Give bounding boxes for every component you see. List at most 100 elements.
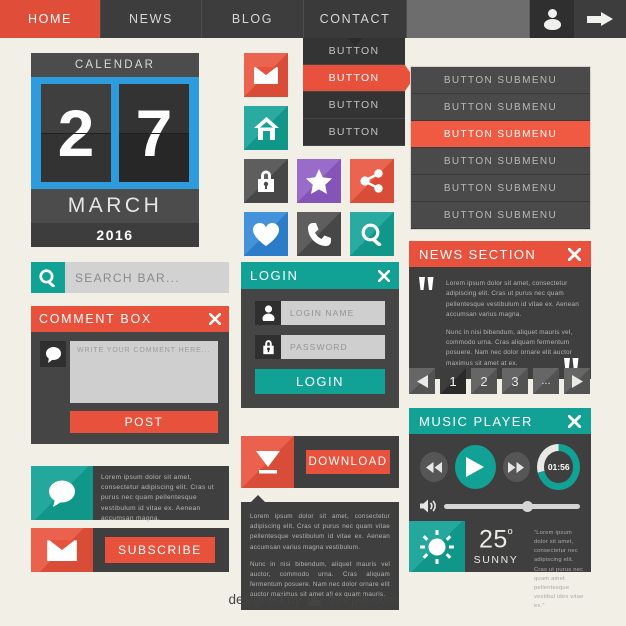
submenu-item-label: BUTTON SUBMENU (443, 128, 558, 140)
mail-icon (47, 539, 77, 561)
nav-item-news[interactable]: NEWS (101, 0, 202, 38)
close-icon[interactable] (568, 247, 581, 261)
crown-icon (307, 595, 323, 606)
fast-forward-icon (508, 461, 525, 473)
calendar-day-flip: 2 7 (31, 77, 199, 189)
track-time-label: 01:56 (547, 462, 570, 472)
close-icon[interactable] (209, 313, 221, 325)
pagination-page-3[interactable]: 3 (502, 368, 528, 394)
submenu-item[interactable]: BUTTON SUBMENU (411, 67, 590, 94)
tile-row (244, 159, 394, 203)
post-comment-button[interactable]: POST (70, 411, 218, 433)
login-header: LOGIN (241, 262, 399, 289)
next-button[interactable] (574, 0, 626, 38)
footer-brand: freepik.com (327, 592, 398, 607)
play-button[interactable] (454, 445, 496, 489)
comment-box-body: WRITE YOUR COMMENT HERE... POST (31, 332, 229, 444)
volume-control (420, 499, 580, 513)
login-button[interactable]: LOGIN (255, 369, 385, 394)
submenu-item[interactable]: BUTTON SUBMENU (411, 94, 590, 121)
search-bar[interactable]: SEARCH BAR... (31, 262, 229, 293)
weather-temperature-value: 25 (478, 525, 508, 554)
nav-spacer (407, 0, 530, 38)
tile-mail[interactable] (244, 53, 288, 97)
nav-item-contact[interactable]: CONTACT (304, 0, 407, 38)
news-section-title: NEWS SECTION (419, 246, 537, 262)
pagination-next-button[interactable] (564, 368, 590, 394)
subscribe-widget: SUBSCRIBE (31, 528, 229, 572)
submenu-item[interactable]: BUTTON SUBMENU (411, 202, 590, 229)
arrow-right-icon (587, 11, 613, 27)
tile-search[interactable] (350, 212, 394, 256)
pagination-ellipsis[interactable]: ... (533, 368, 559, 394)
footer-credit: designed by freepik.com (0, 592, 626, 607)
tile-home[interactable] (244, 106, 288, 150)
news-section-panel: NEWS SECTION Lorem ipsum dolor sit amet,… (409, 241, 591, 379)
login-name-input[interactable]: LOGIN NAME (281, 301, 385, 325)
calendar-digit-ones: 7 (119, 84, 189, 182)
comment-textarea[interactable]: WRITE YOUR COMMENT HERE... (70, 341, 218, 403)
volume-slider[interactable] (444, 500, 580, 512)
submenu-item[interactable]: BUTTON SUBMENU (411, 148, 590, 175)
calendar-widget: CALENDAR 2 7 MARCH 2016 (31, 53, 199, 247)
comment-input-row: WRITE YOUR COMMENT HERE... (40, 341, 218, 403)
close-icon[interactable] (378, 269, 390, 282)
fast-forward-button[interactable] (502, 452, 531, 482)
news-paragraph: Lorem ipsum dolor sit amet, consectetur … (446, 280, 579, 319)
login-username-field: LOGIN NAME (255, 301, 385, 325)
pagination-page-label: ... (541, 375, 551, 387)
search-icon (39, 268, 55, 287)
password-input[interactable]: PASSWORD (281, 335, 385, 359)
login-body: LOGIN NAME PASSWORD LOGIN (241, 289, 399, 408)
pagination-prev-button[interactable] (409, 368, 435, 394)
news-section-header: NEWS SECTION (409, 241, 591, 267)
pagination-page-label: 2 (480, 373, 488, 389)
download-icon-tile (241, 436, 294, 488)
nav-item-label: BLOG (231, 12, 274, 26)
calendar-month: MARCH (31, 189, 199, 223)
download-button[interactable]: DOWNLOAD (306, 450, 390, 474)
tile-lock[interactable] (244, 159, 288, 203)
tile-row (244, 106, 394, 150)
submenu-item-label: BUTTON SUBMENU (443, 74, 558, 86)
nav-item-blog[interactable]: BLOG (202, 0, 304, 38)
triangle-right-icon (571, 374, 583, 388)
volume-slider-handle[interactable] (521, 500, 533, 512)
ui-kit-page: HOME NEWS BLOG CONTACT BUTTON BUTTON BUT… (0, 0, 626, 626)
tile-share[interactable] (350, 159, 394, 203)
dropdown-caret-icon (347, 38, 363, 46)
calendar-title: CALENDAR (31, 53, 199, 77)
user-account-button[interactable] (530, 0, 574, 38)
news-paragraph: Nunc in nisi bibendum, aliquet mauris ve… (446, 328, 573, 367)
tile-phone[interactable] (297, 212, 341, 256)
music-player-header: MUSIC PLAYER (409, 408, 591, 434)
tile-star[interactable] (297, 159, 341, 203)
search-button[interactable] (31, 262, 65, 293)
comment-box-panel: COMMENT BOX WRITE YOUR COMMENT HERE... P… (31, 306, 229, 444)
quote-widget-icon-tile (31, 466, 93, 520)
pagination-page-2[interactable]: 2 (471, 368, 497, 394)
submenu-item[interactable]: BUTTON SUBMENU (411, 175, 590, 202)
close-icon[interactable] (568, 414, 581, 428)
weather-degree-symbol: º (507, 526, 514, 542)
volume-icon[interactable] (420, 499, 437, 513)
pagination-page-label: 1 (449, 373, 457, 389)
subscribe-button[interactable]: SUBSCRIBE (105, 537, 215, 563)
weather-icon-tile (409, 521, 465, 572)
submenu-item-label: BUTTON SUBMENU (443, 155, 558, 167)
nav-item-home[interactable]: HOME (0, 0, 101, 38)
tile-heart[interactable] (244, 212, 288, 256)
search-icon (361, 223, 381, 246)
weather-condition: SUNNY (473, 553, 519, 566)
sun-icon (420, 529, 454, 564)
rewind-button[interactable] (420, 452, 448, 482)
nav-item-label: NEWS (129, 12, 173, 26)
user-icon (255, 301, 281, 325)
pagination-page-1[interactable]: 1 (440, 368, 466, 394)
search-input[interactable]: SEARCH BAR... (65, 262, 229, 293)
submenu-item-active[interactable]: BUTTON SUBMENU (411, 121, 590, 148)
submenu-panel: BUTTON SUBMENU BUTTON SUBMENU BUTTON SUB… (410, 66, 591, 230)
comment-avatar (40, 341, 66, 367)
lock-icon (258, 170, 274, 192)
mail-icon (254, 66, 278, 84)
